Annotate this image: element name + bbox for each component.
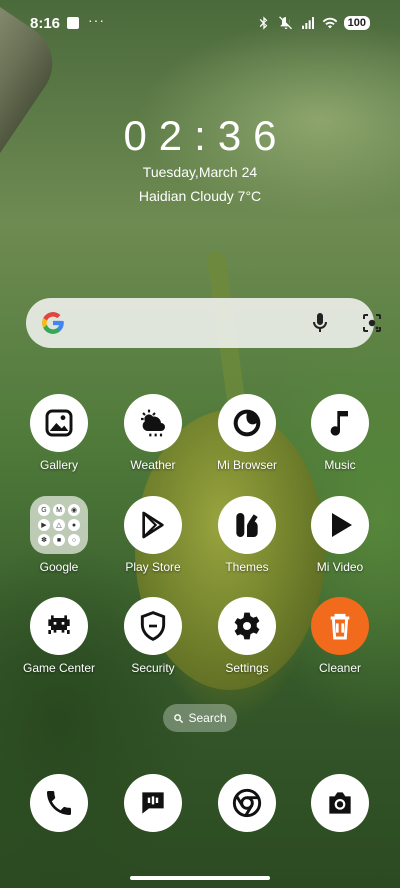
app-label: Weather — [130, 458, 176, 472]
google-folder-icon: G M ◉ ▶ △ ● ✽ ■ ○ — [30, 496, 88, 554]
camera-icon — [311, 774, 369, 832]
app-search-button[interactable]: Search — [163, 704, 237, 732]
maps-mini-icon: ◉ — [68, 504, 80, 516]
wifi-icon — [322, 17, 337, 29]
google-mini-icon: G — [38, 504, 50, 516]
weather-icon — [124, 394, 182, 452]
battery-icon: 100 — [343, 16, 370, 30]
clock-widget[interactable]: 02:36 — [0, 112, 400, 160]
app-themes[interactable]: Themes — [200, 496, 294, 574]
google-icon — [42, 312, 64, 334]
app-label: Settings — [225, 661, 269, 675]
app-google-folder[interactable]: G M ◉ ▶ △ ● ✽ ■ ○ Google — [12, 496, 106, 574]
signal-icon — [301, 17, 314, 29]
app-label: Security — [131, 661, 175, 675]
search-pill-label: Search — [188, 711, 227, 725]
mute-icon — [278, 16, 292, 30]
drive-mini-icon: △ — [53, 519, 65, 531]
more-notifications-icon: ··· — [88, 12, 105, 28]
app-label: Cleaner — [318, 661, 362, 675]
status-bar: 8:16 ··· 100 — [0, 0, 400, 48]
app-label: Mi Browser — [216, 458, 277, 472]
date-text: Tuesday,March 24 — [142, 164, 258, 180]
weather-text[interactable]: Haidian Cloudy 7°C — [0, 188, 400, 204]
app-label: Gallery — [39, 458, 78, 472]
gallery-icon — [30, 394, 88, 452]
app-mi-video[interactable]: Mi Video — [293, 496, 387, 574]
app-label: Music — [324, 458, 356, 472]
search-icon — [174, 713, 184, 723]
gesture-nav-bar[interactable] — [130, 876, 270, 880]
youtube-mini-icon: ▶ — [38, 519, 50, 531]
chrome-icon — [218, 774, 276, 832]
photos-mini-icon: ✽ — [38, 534, 50, 546]
dock-chrome[interactable] — [200, 774, 294, 832]
gmail-mini-icon: M — [53, 504, 65, 516]
notification-icon — [67, 17, 79, 29]
app-label: Themes — [225, 560, 269, 574]
app-settings[interactable]: Settings — [200, 597, 294, 675]
security-icon — [124, 597, 182, 655]
messages-icon — [124, 774, 182, 832]
app-gallery[interactable]: Gallery — [12, 394, 106, 472]
settings-icon — [218, 597, 276, 655]
app-security[interactable]: Security — [106, 597, 200, 675]
dock-camera[interactable] — [293, 774, 387, 832]
app-cleaner[interactable]: Cleaner — [293, 597, 387, 675]
app-label: Play Store — [125, 560, 181, 574]
assistant-mini-icon: ○ — [68, 534, 80, 546]
app-game-center[interactable]: Game Center — [12, 597, 106, 675]
dock-messages[interactable] — [106, 774, 200, 832]
lens-icon[interactable] — [360, 311, 384, 335]
app-play-store[interactable]: Play Store — [106, 496, 200, 574]
meet-mini-icon: ■ — [53, 534, 65, 546]
dock-phone[interactable] — [12, 774, 106, 832]
app-label: Mi Video — [316, 560, 364, 574]
app-weather[interactable]: Weather — [106, 394, 200, 472]
cleaner-icon — [311, 597, 369, 655]
play-store-icon — [124, 496, 182, 554]
status-time: 8:16 — [30, 15, 61, 32]
browser-icon — [218, 394, 276, 452]
mic-icon[interactable] — [308, 311, 332, 335]
duo-mini-icon: ● — [68, 519, 80, 531]
google-search-bar[interactable] — [26, 298, 381, 348]
phone-icon — [30, 774, 88, 832]
music-icon — [311, 394, 369, 452]
video-icon — [311, 496, 369, 554]
app-label: Game Center — [22, 661, 96, 675]
app-mi-browser[interactable]: Mi Browser — [200, 394, 294, 472]
app-label: Google — [39, 560, 79, 574]
app-music[interactable]: Music — [293, 394, 387, 472]
themes-icon — [218, 496, 276, 554]
bluetooth-icon — [259, 16, 267, 30]
game-icon — [30, 597, 88, 655]
